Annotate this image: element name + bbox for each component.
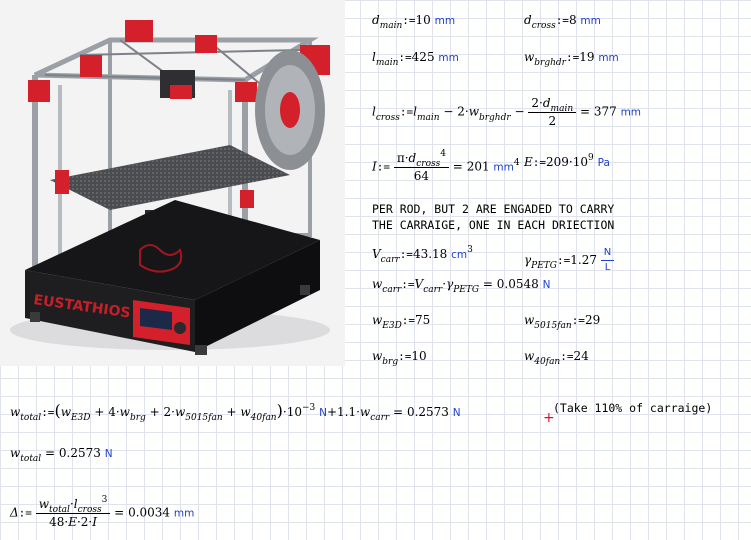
- printer-render-image: EUSTATHIOS: [0, 0, 345, 366]
- delta-definition[interactable]: Δ:= wtotal·lcross3 48·E·2·I = 0.0034 mm: [10, 496, 194, 529]
- w-brg-definition[interactable]: wbrg:=10: [372, 350, 427, 367]
- carriage-note: THE CARRAIGE, ONE IN EACH DRIECTION: [372, 218, 615, 232]
- w-carr-definition[interactable]: wcarr:=Vcarr·γPETG = 0.0548 N: [372, 278, 550, 295]
- w-total-definition[interactable]: wtotal:=(wE3D + 4·wbrg + 2·w5015fan + w4…: [10, 403, 461, 423]
- l-cross-definition[interactable]: lcross:=lmain − 2·wbrghdr − 2·dmain 2 = …: [372, 97, 641, 127]
- l-main-definition[interactable]: lmain:=425 mm: [372, 51, 459, 68]
- d-cross-definition[interactable]: dcross:=8 mm: [524, 14, 601, 31]
- N-per-L-unit: N L: [600, 248, 615, 273]
- delta-fraction: wtotal·lcross3 48·E·2·I: [35, 496, 111, 528]
- E-definition[interactable]: E:=209·109 Pa: [524, 154, 610, 169]
- per-rod-note: PER ROD, BUT 2 ARE ENGADED TO CARRY: [372, 202, 615, 216]
- w-5015fan-definition[interactable]: w5015fan:=29: [524, 314, 600, 331]
- d-main-definition[interactable]: dmain:=10 mm: [372, 14, 455, 31]
- w-40fan-definition[interactable]: w40fan:=24: [524, 350, 589, 367]
- I-definition[interactable]: I:= π·dcross4 64 = 201 mm4: [372, 150, 520, 183]
- w-E3D-definition[interactable]: wE3D:=75: [372, 314, 430, 331]
- V-carr-definition[interactable]: Vcarr:=43.18 cm3: [372, 246, 473, 265]
- l-cross-fraction: 2·dmain 2: [528, 97, 577, 127]
- w-total-evaluation[interactable]: wtotal = 0.2573 N: [10, 447, 113, 464]
- w-brghdr-definition[interactable]: wbrghdr:=19 mm: [524, 51, 619, 68]
- take-110-note: (Take 110% of carraige): [553, 401, 713, 415]
- I-fraction: π·dcross4 64: [393, 150, 449, 182]
- gamma-PETG-definition[interactable]: γPETG:=1.27 N L: [524, 248, 615, 273]
